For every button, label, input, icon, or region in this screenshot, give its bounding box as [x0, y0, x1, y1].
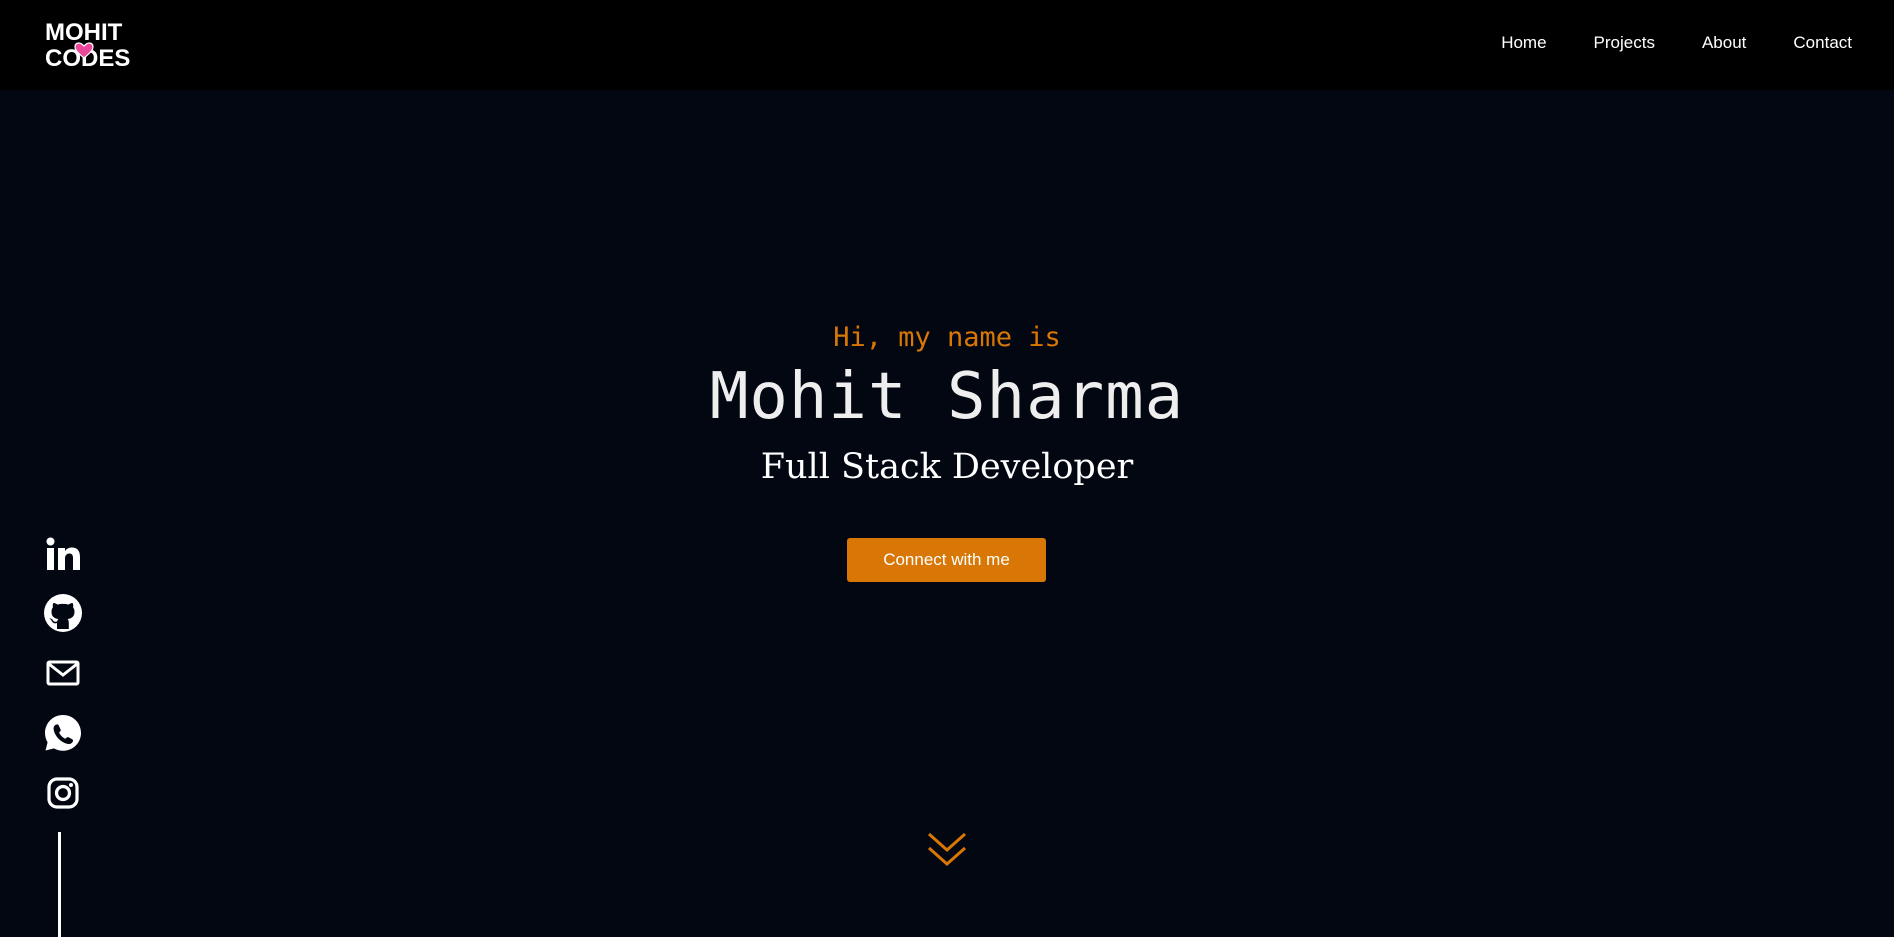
top-navbar: MOHIT CODES Home Projects About Contact	[0, 0, 1894, 90]
scroll-down-chevron-icon[interactable]	[925, 830, 969, 870]
nav-contact-link[interactable]: Contact	[1793, 33, 1852, 53]
instagram-icon[interactable]	[38, 771, 88, 815]
hero-greeting: Hi, my name is	[833, 322, 1061, 353]
hero-name: Mohit Sharma	[709, 360, 1185, 434]
main-nav: Home Projects About Contact	[1454, 0, 1852, 86]
linkedin-icon[interactable]	[38, 532, 88, 576]
nav-projects-link[interactable]: Projects	[1594, 33, 1655, 53]
hero-section: Hi, my name is Mohit Sharma Full Stack D…	[0, 90, 1894, 937]
mail-icon[interactable]	[38, 651, 88, 695]
nav-about-link[interactable]: About	[1702, 33, 1746, 53]
hero-role: Full Stack Developer	[760, 447, 1134, 487]
logo-line1: MOHIT	[45, 19, 123, 46]
brand-logo[interactable]: MOHIT CODES	[45, 18, 155, 70]
social-divider-line	[58, 832, 61, 937]
whatsapp-icon[interactable]	[38, 711, 88, 755]
nav-home-link[interactable]: Home	[1501, 33, 1546, 53]
github-icon[interactable]	[38, 591, 88, 635]
connect-button[interactable]: Connect with me	[847, 538, 1046, 582]
